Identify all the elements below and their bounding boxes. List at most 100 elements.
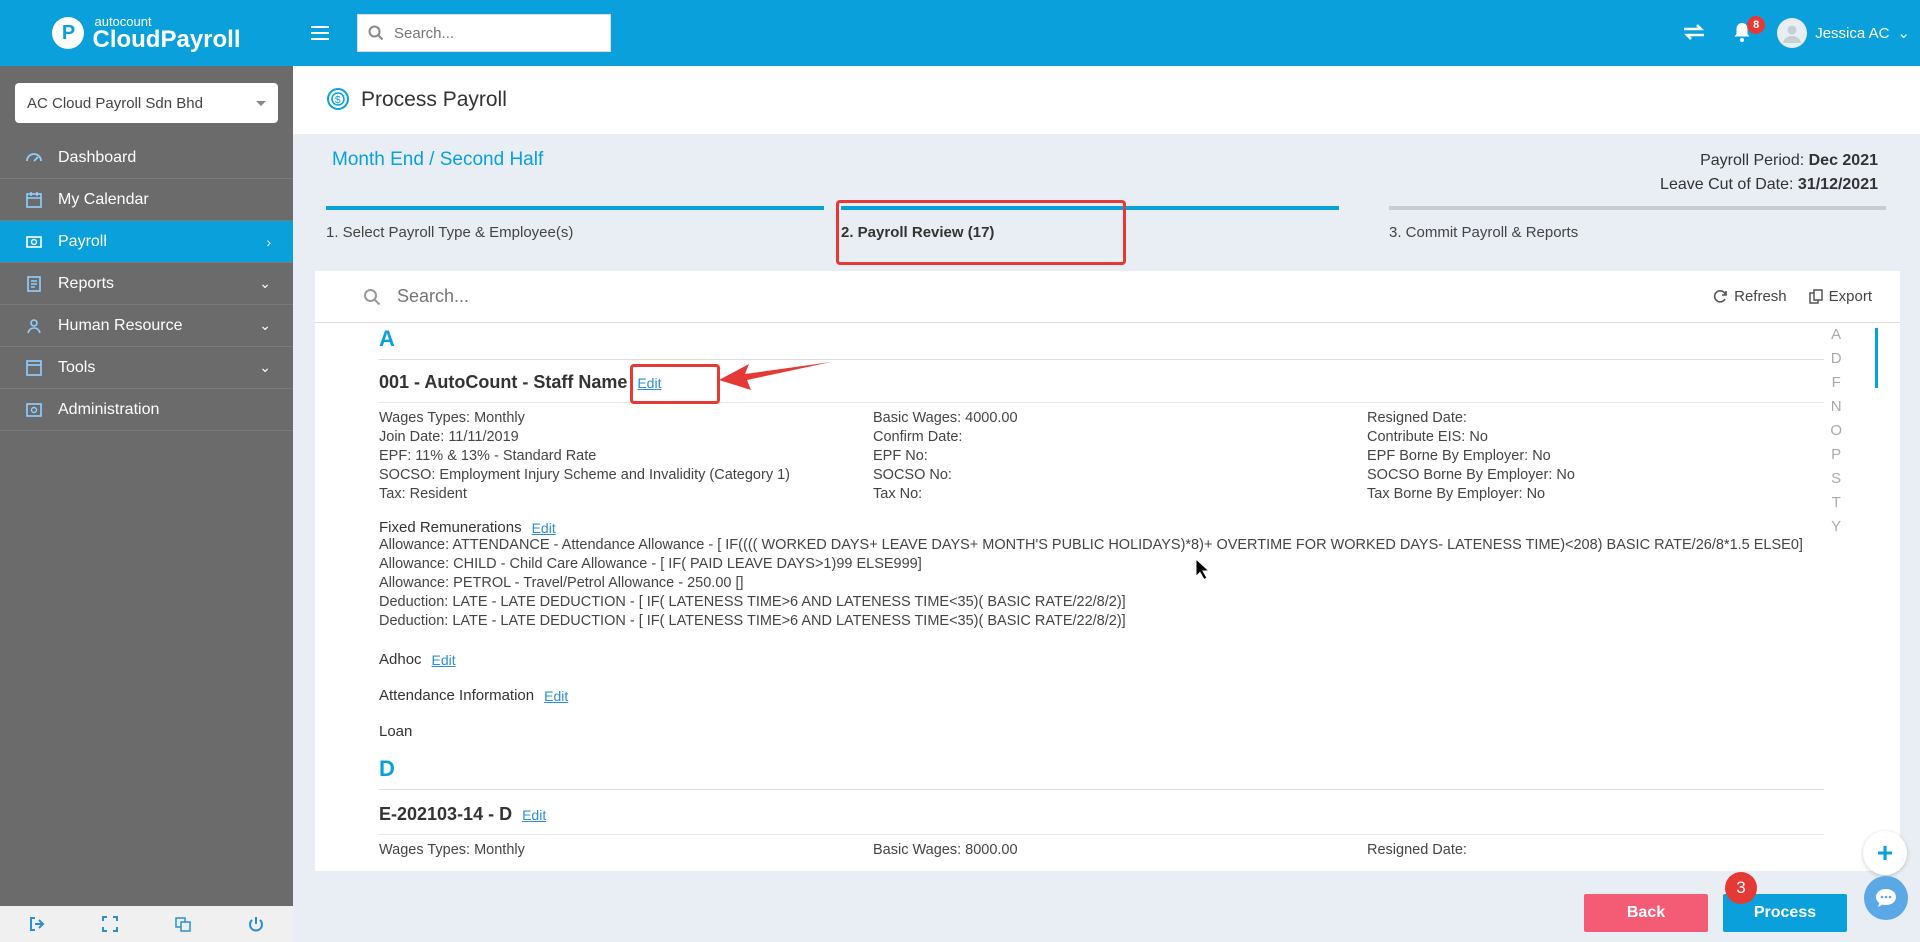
alphabet-index-item[interactable]: D xyxy=(1831,347,1842,371)
step-3[interactable]: 3. Commit Payroll & Reports xyxy=(1389,206,1886,241)
refresh-button[interactable]: Refresh xyxy=(1713,288,1787,305)
language-icon[interactable] xyxy=(173,914,193,934)
payroll-coin-icon: $ xyxy=(325,86,351,115)
notification-bell[interactable]: 8 xyxy=(1733,15,1766,45)
sidebar-item-label: Reports xyxy=(58,274,115,292)
menu-toggle-icon[interactable] xyxy=(311,26,329,40)
tools-icon xyxy=(24,358,44,378)
step-2-highlight xyxy=(836,200,1126,265)
edit-attendance-link[interactable]: Edit xyxy=(544,688,568,704)
step-1[interactable]: 1. Select Payroll Type & Employee(s) xyxy=(326,206,824,241)
calendar-icon xyxy=(24,190,44,210)
edit-adhoc-link[interactable]: Edit xyxy=(432,652,456,668)
employee-name: E-202103-14 - D xyxy=(379,804,513,824)
cutoff-label: Leave Cut of Date: xyxy=(1660,176,1794,193)
scrollbar[interactable] xyxy=(1875,328,1878,388)
chevron-down-icon xyxy=(256,100,266,106)
remuneration-line: Deduction: LATE - LATE DEDUCTION - [ IF(… xyxy=(379,594,1126,610)
fixed-remunerations-header: Fixed Remunerations Edit xyxy=(379,519,1824,536)
step-number-badge: 3 xyxy=(1725,872,1757,904)
info-item: EPF: 11% & 13% - Standard Rate xyxy=(379,448,597,464)
sidebar-item-administration[interactable]: Administration xyxy=(0,389,293,431)
wizard-steps: 1. Select Payroll Type & Employee(s) 2. … xyxy=(326,200,1886,265)
refresh-label: Refresh xyxy=(1734,288,1787,305)
info-item: Tax: Resident xyxy=(379,486,467,502)
brand-logo[interactable]: P autocount CloudPayroll xyxy=(0,0,293,66)
alphabet-index-item[interactable]: F xyxy=(1832,371,1841,395)
attendance-header: Attendance Information Edit xyxy=(379,687,1824,704)
sidebar-item-tools[interactable]: Tools ⌄ xyxy=(0,347,293,389)
sidebar-item-my-calendar[interactable]: My Calendar xyxy=(0,179,293,221)
user-name: Jessica AC xyxy=(1815,24,1890,42)
back-button[interactable]: Back xyxy=(1584,894,1708,932)
review-search-input[interactable] xyxy=(397,286,797,307)
adhoc-header: Adhoc Edit xyxy=(379,651,1824,668)
sidebar-item-label: My Calendar xyxy=(58,190,149,208)
alphabet-index-item[interactable]: T xyxy=(1832,491,1841,515)
export-label: Export xyxy=(1828,288,1872,305)
fullscreen-icon[interactable] xyxy=(100,914,120,934)
info-item: SOCSO: Employment Injury Scheme and Inva… xyxy=(379,467,790,483)
alphabet-index-item[interactable]: P xyxy=(1831,443,1841,467)
loan-label: Loan xyxy=(379,723,413,740)
adhoc-label: Adhoc xyxy=(379,651,422,668)
export-button[interactable]: Export xyxy=(1808,288,1872,305)
remuneration-line: Allowance: ATTENDANCE - Attendance Allow… xyxy=(379,537,1803,553)
reports-icon xyxy=(24,274,44,294)
sidebar-item-label: Human Resource xyxy=(58,316,183,334)
section-letter: D xyxy=(379,756,1824,790)
info-item: Basic Wages: 8000.00 xyxy=(873,842,1018,858)
remuneration-line: Allowance: PETROL - Travel/Petrol Allowa… xyxy=(379,575,744,591)
period-value: Dec 2021 xyxy=(1808,152,1878,169)
alphabet-index-item[interactable]: A xyxy=(1831,323,1841,347)
sidebar-item-human-resource[interactable]: Human Resource ⌄ xyxy=(0,305,293,347)
sidebar-item-reports[interactable]: Reports ⌄ xyxy=(0,263,293,305)
search-icon xyxy=(368,25,384,41)
remuneration-line: Allowance: CHILD - Child Care Allowance … xyxy=(379,556,922,572)
add-icon[interactable]: + xyxy=(1863,831,1907,875)
company-select-value: AC Cloud Payroll Sdn Bhd xyxy=(27,94,203,112)
edit-employee-link[interactable]: Edit xyxy=(522,807,546,823)
alphabet-index-item[interactable]: S xyxy=(1831,467,1841,491)
loan-header: Loan xyxy=(379,723,1824,740)
sidebar-item-payroll[interactable]: Payroll › xyxy=(0,221,293,263)
chevron-down-icon: ⌄ xyxy=(1897,25,1910,42)
main-content: Month End / Second Half Payroll Period: … xyxy=(293,134,1920,942)
info-item: Contribute EIS: No xyxy=(1367,429,1488,445)
payroll-type-title: Month End / Second Half xyxy=(332,149,544,170)
edit-fixed-link[interactable]: Edit xyxy=(532,520,556,536)
sidebar-item-dashboard[interactable]: Dashboard xyxy=(0,137,293,179)
info-item: EPF Borne By Employer: No xyxy=(1367,448,1551,464)
attendance-label: Attendance Information xyxy=(379,687,535,704)
alphabet-index-item[interactable]: N xyxy=(1831,395,1842,419)
sync-icon[interactable] xyxy=(1681,21,1707,46)
review-card: Refresh Export ADFNOPSTY A 001 - AutoCou… xyxy=(315,271,1900,871)
edit-highlight xyxy=(630,364,720,404)
fixed-remunerations-list: Allowance: ATTENDANCE - Attendance Allow… xyxy=(379,536,1824,631)
info-item: Confirm Date: xyxy=(873,429,963,445)
top-search-input[interactable] xyxy=(394,24,594,42)
section-letter: A xyxy=(379,326,1824,360)
user-menu[interactable]: Jessica AC ⌄ xyxy=(1777,18,1910,48)
top-search-box[interactable] xyxy=(357,14,611,52)
cutoff-value: 31/12/2021 xyxy=(1797,176,1878,193)
info-item: SOCSO Borne By Employer: No xyxy=(1367,467,1575,483)
chat-icon[interactable] xyxy=(1864,876,1908,920)
page-title: Process Payroll xyxy=(361,88,507,111)
brand-name: CloudPayroll xyxy=(92,25,241,53)
power-icon[interactable] xyxy=(246,914,266,934)
alphabet-index-item[interactable]: O xyxy=(1830,419,1842,443)
chevron-down-icon: ⌄ xyxy=(259,275,271,291)
sidebar-item-label: Administration xyxy=(58,400,160,418)
alphabet-index-item[interactable]: Y xyxy=(1831,515,1841,539)
info-item: EPF No: xyxy=(873,448,928,464)
sidebar-item-label: Payroll xyxy=(58,232,107,250)
sidebar: P autocount CloudPayroll AC Cloud Payrol… xyxy=(0,0,293,942)
logout-icon[interactable] xyxy=(27,914,47,934)
chevron-down-icon: ⌄ xyxy=(259,359,271,375)
info-item: Basic Wages: 4000.00 xyxy=(873,410,1018,426)
info-item: Wages Types: Monthly xyxy=(379,842,525,858)
company-select[interactable]: AC Cloud Payroll Sdn Bhd xyxy=(15,83,278,123)
pointer-arrow-icon xyxy=(719,362,831,390)
administration-icon xyxy=(24,400,44,420)
